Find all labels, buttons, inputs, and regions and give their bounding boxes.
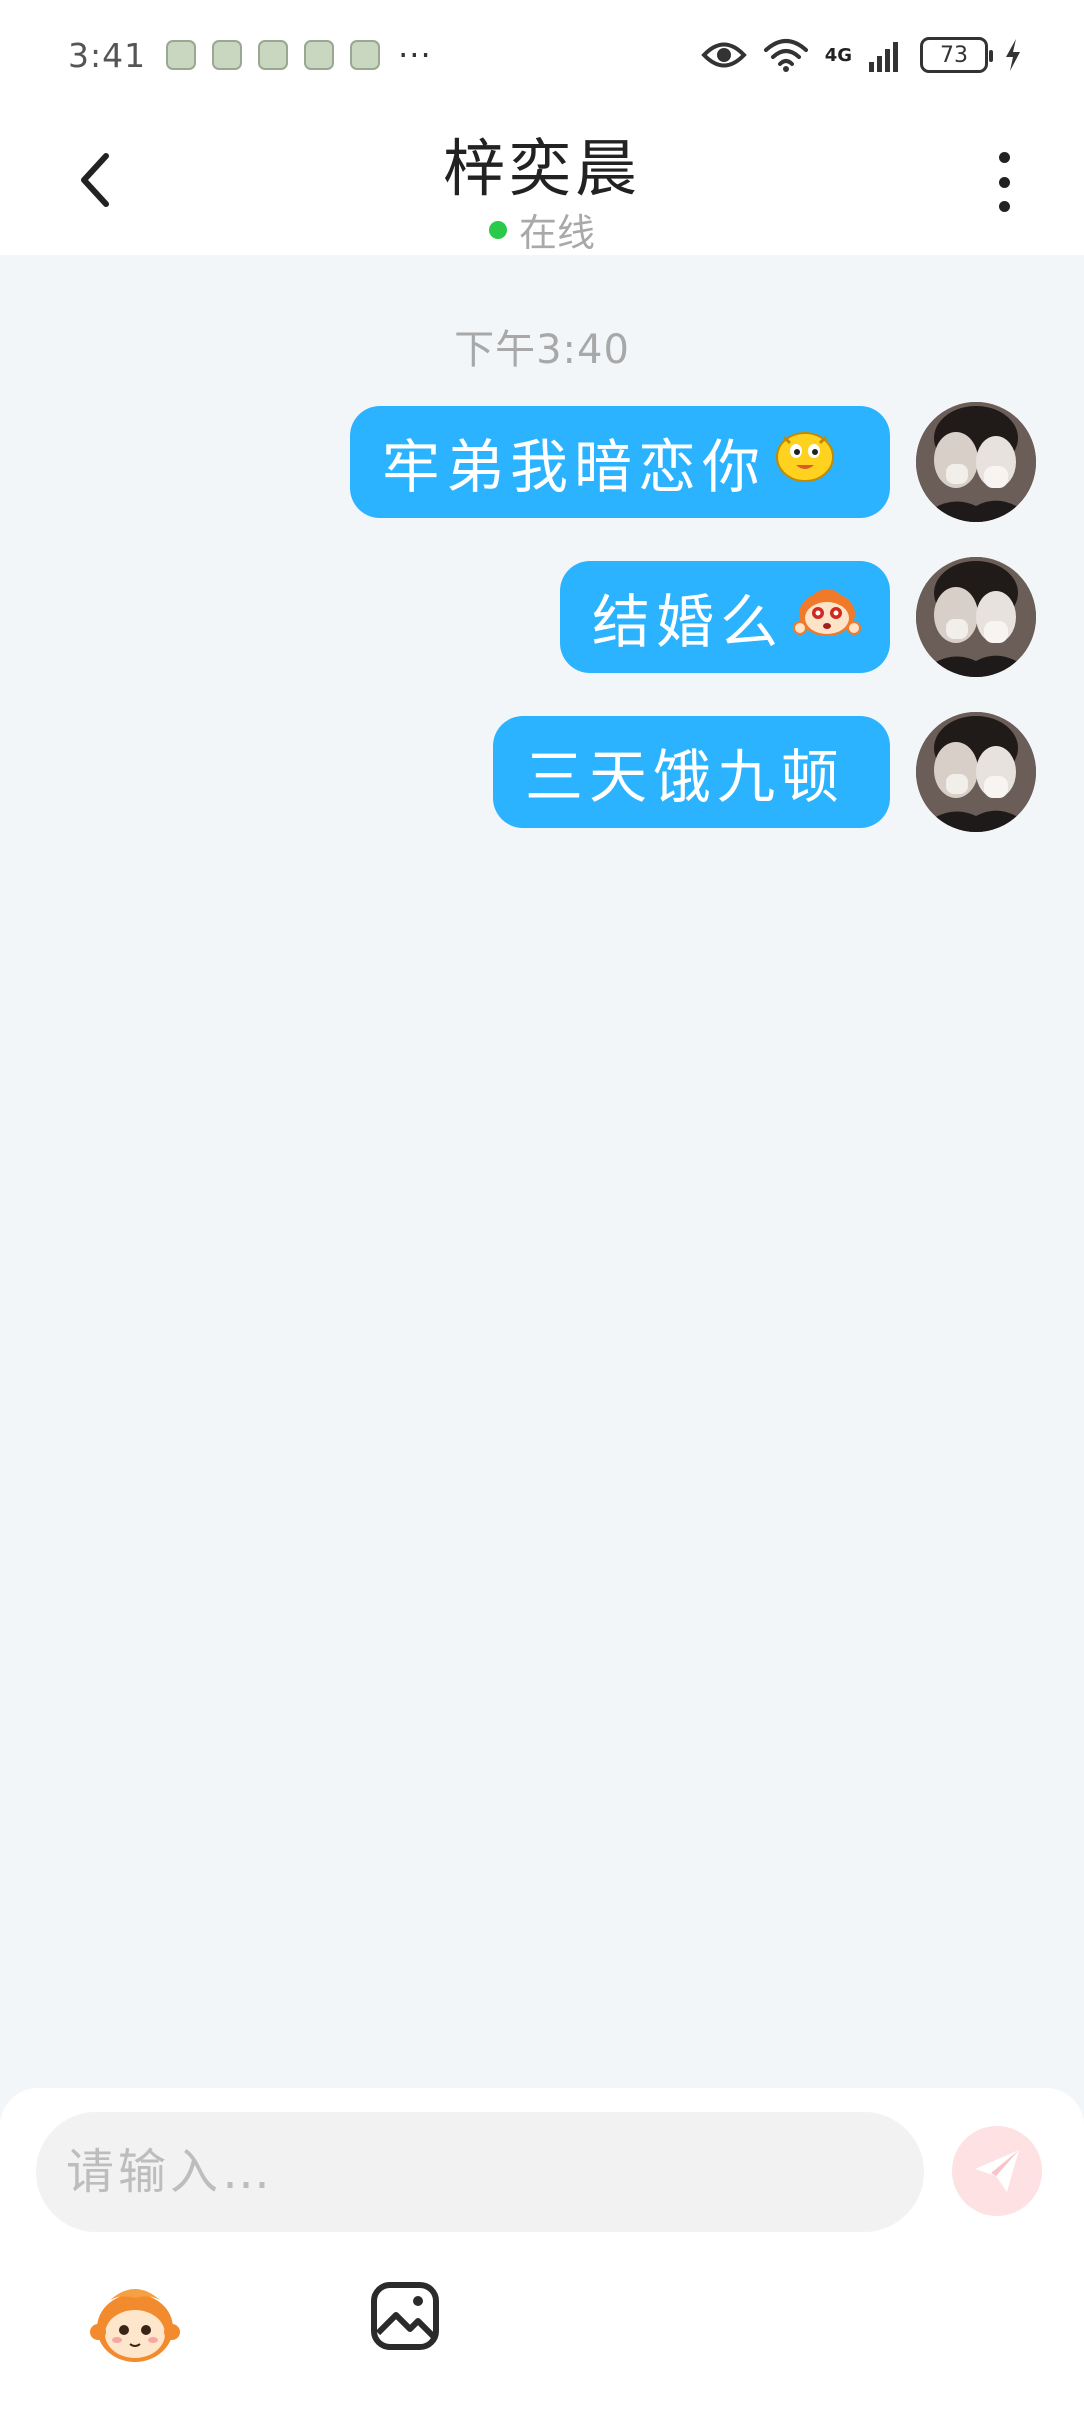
status-app-icons — [166, 40, 381, 70]
status-bar: 3:41 ··· 4G 73 — [0, 0, 1084, 110]
avatar[interactable] — [916, 402, 1036, 522]
app-notification-icon — [350, 40, 381, 70]
eye-icon — [700, 42, 747, 68]
send-button[interactable] — [952, 2126, 1042, 2216]
message-text: 结婚么 — [592, 588, 785, 656]
chat-screen: 3:41 ··· 4G 73 梓奕晨 在线 下午3:40 牢弟我暗恋你 结婚么 … — [0, 0, 1084, 2412]
monkey-sticker-icon — [90, 2289, 180, 2362]
send-plane-icon — [975, 2150, 1019, 2192]
message-bubble[interactable]: 三天饿九顿 — [493, 716, 890, 828]
image-button[interactable] — [370, 2281, 440, 2351]
message-list[interactable]: 下午3:40 牢弟我暗恋你 结婚么 三天饿九顿 — [0, 255, 1084, 2085]
charging-icon — [1006, 39, 1020, 71]
message-timestamp: 下午3:40 — [454, 327, 630, 373]
status-time: 3:41 — [68, 35, 147, 75]
orange-monkey-emoji — [792, 582, 862, 652]
app-notification-icon — [212, 40, 243, 70]
online-status: 在线 — [0, 202, 1084, 257]
battery-level: 73 — [940, 42, 968, 68]
status-right: 4G 73 — [700, 37, 1022, 73]
sticker-button[interactable] — [90, 2278, 180, 2368]
app-notification-icon — [166, 40, 197, 70]
message-row: 三天饿九顿 — [493, 712, 1036, 832]
yellow-blob-emoji — [774, 427, 836, 497]
message-row: 牢弟我暗恋你 — [350, 402, 1036, 522]
online-status-text: 在线 — [518, 211, 595, 255]
more-dot — [998, 152, 1010, 163]
contact-name: 梓奕晨 — [442, 132, 641, 205]
battery-icon: 73 — [920, 37, 993, 73]
more-options-button[interactable] — [986, 152, 1022, 212]
wifi-icon — [763, 39, 808, 72]
status-more-icon: ··· — [398, 36, 432, 74]
network-type-label: 4G — [824, 44, 852, 66]
message-row: 结婚么 — [560, 557, 1036, 677]
app-notification-icon — [304, 40, 335, 70]
avatar[interactable] — [916, 712, 1036, 832]
more-dot — [998, 201, 1010, 212]
input-panel — [0, 2088, 1084, 2412]
image-icon — [371, 2282, 439, 2350]
message-bubble[interactable]: 结婚么 — [560, 561, 890, 673]
chat-header: 梓奕晨 在线 — [0, 110, 1084, 255]
message-text: 牢弟我暗恋你 — [382, 433, 767, 501]
signal-icon — [869, 42, 898, 72]
avatar[interactable] — [916, 557, 1036, 677]
more-dot — [998, 176, 1010, 188]
app-notification-icon — [258, 40, 289, 70]
message-input[interactable] — [36, 2112, 924, 2232]
message-text: 三天饿九顿 — [525, 743, 846, 811]
message-bubble[interactable]: 牢弟我暗恋你 — [350, 406, 890, 518]
online-indicator-dot — [488, 220, 507, 239]
